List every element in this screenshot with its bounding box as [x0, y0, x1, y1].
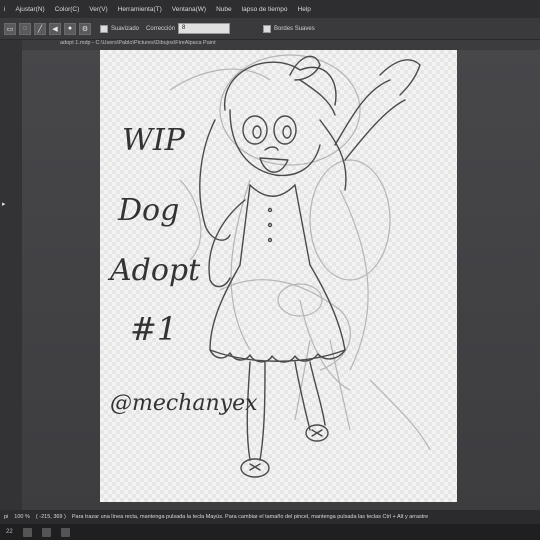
taskbar-app-icon[interactable] [41, 527, 51, 537]
drawing-canvas[interactable]: WIP Dog Adopt #1 @mechanyex [100, 50, 457, 502]
status-hint: Para trazar una línea recta, mantenga pu… [71, 514, 429, 520]
smoothing-label: Suavizado [111, 25, 140, 32]
toolbar-settings-icon[interactable]: ⚙ [79, 22, 91, 35]
toolbar-arrow-icon[interactable]: ◀ [49, 22, 61, 35]
handwritten-text: WIP Dog Adopt #1 @mechanyex [107, 123, 258, 416]
status-zoom: 100 % [14, 514, 30, 520]
correction-select[interactable]: 8 [178, 23, 231, 34]
os-taskbar: 22 [0, 524, 540, 540]
toolbar-stroke-icon[interactable]: ╱ [34, 22, 46, 35]
status-coords: ( -215, 369 ) [35, 514, 66, 520]
sketch-artwork: WIP Dog Adopt #1 @mechanyex [107, 54, 431, 478]
text-wip: WIP [122, 123, 186, 158]
taskbar-app-icon[interactable] [22, 527, 32, 537]
document-title: adopt 1.mdp - C:\Users\Pablo\Pictures\Di… [60, 40, 216, 46]
menu-bar: i Ajustar(N) Color(C) Ver(V) Herramienta… [0, 0, 540, 18]
status-bar: pi 100 % ( -215, 369 ) Para trazar una l… [0, 510, 540, 524]
taskbar-start[interactable]: 22 [6, 529, 13, 535]
menu-item-cloud[interactable]: Nube [216, 6, 232, 13]
tool-options-bar: ▭ ◌ ╱ ◀ ● ⚙ Suavizado Corrección 8 Borde… [0, 18, 540, 40]
toolbar-circle-icon[interactable]: ● [64, 22, 76, 35]
text-signature: @mechanyex [110, 391, 258, 416]
menu-item-color[interactable]: Color(C) [55, 6, 80, 13]
menu-item-view[interactable]: Ver(V) [89, 6, 107, 13]
correction-label: Corrección [146, 25, 176, 32]
menu-item-tool[interactable]: Herramienta(T) [118, 6, 162, 13]
toolbar-lasso-icon[interactable]: ◌ [19, 22, 31, 35]
menu-item-timelapse[interactable]: lapso de tiempo [242, 6, 288, 13]
text-adopt: Adopt [107, 253, 201, 288]
menu-item-adjust[interactable]: Ajustar(N) [15, 6, 44, 13]
left-panel: ▸ [0, 40, 22, 510]
soft-edges-checkbox[interactable] [263, 24, 272, 33]
soft-edges-label: Bordes Suaves [274, 25, 315, 32]
menu-item-file[interactable]: i [4, 6, 5, 13]
text-dog: Dog [117, 193, 179, 228]
toolbar-rect-icon[interactable]: ▭ [4, 22, 16, 35]
taskbar-app-icon[interactable] [60, 527, 70, 537]
text-number: #1 [130, 310, 177, 348]
status-dpi: pi [4, 514, 9, 520]
menu-item-window[interactable]: Ventana(W) [172, 6, 206, 13]
menu-item-help[interactable]: Help [298, 6, 311, 13]
smoothing-checkbox[interactable] [100, 24, 108, 33]
canvas-arrow-icon: ▸ [2, 201, 6, 208]
